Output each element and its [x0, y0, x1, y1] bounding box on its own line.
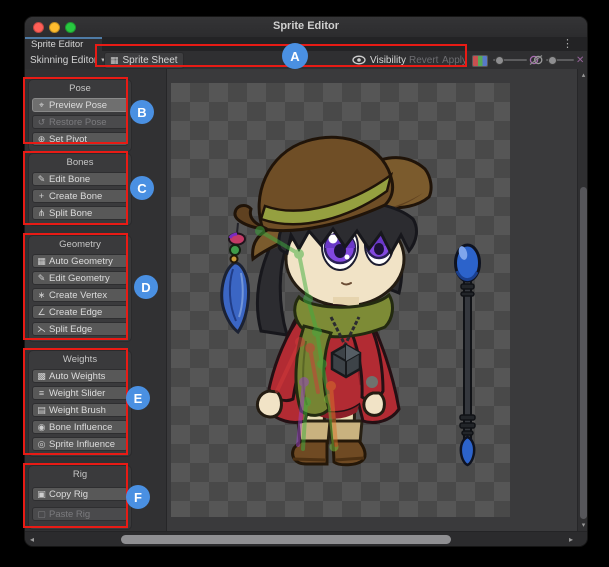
panel-pose: Pose ⌖ Preview Pose ↺ Restore Pose ⊕ Set… — [28, 79, 132, 152]
editor-content: Pose ⌖ Preview Pose ↺ Restore Pose ⊕ Set… — [25, 69, 587, 531]
tab-label: Sprite Editor — [31, 39, 83, 50]
auto-weights-icon: ▩ — [37, 371, 46, 382]
panel-rig-title: Rig — [32, 469, 128, 480]
panel-weights-title: Weights — [32, 354, 128, 365]
rgb-alpha-toggle-icon[interactable] — [472, 55, 488, 67]
panel-pose-title: Pose — [32, 83, 128, 94]
paste-rig-icon: ▢ — [37, 509, 46, 520]
copy-rig-icon: ▣ — [37, 489, 46, 500]
apply-button[interactable]: Apply — [437, 51, 472, 69]
sprite-sheet-label: Sprite Sheet — [123, 55, 178, 66]
create-edge-button[interactable]: ∠ Create Edge — [32, 305, 128, 319]
edit-bone-icon: ✎ — [37, 174, 46, 185]
visibility-button[interactable]: Visibility — [347, 51, 411, 69]
split-edge-icon: ⋋ — [37, 324, 46, 335]
alpha-slider[interactable] — [546, 59, 574, 61]
character-sprite — [167, 69, 577, 531]
auto-weights-button[interactable]: ▩ Auto Weights — [32, 369, 128, 383]
horizontal-scroll-thumb[interactable] — [121, 535, 451, 544]
sprite-sheet-icon: ▦ — [110, 55, 119, 66]
paste-rig-button[interactable]: ▢ Paste Rig — [32, 507, 128, 521]
horizontal-scrollbar[interactable]: ◂ ▸ — [25, 531, 588, 547]
panel-weights: Weights ▩ Auto Weights ≡ Weight Slider ▤… — [28, 350, 132, 457]
sprite-influence-icon: ◎ — [37, 439, 46, 450]
toolbar: Skinning Editor ▾ ▦ Sprite Sheet Visibil… — [25, 51, 587, 70]
weight-slider-button[interactable]: ≡ Weight Slider — [32, 386, 128, 400]
eye-icon — [352, 55, 366, 65]
sprite-sheet-button[interactable]: ▦ Sprite Sheet — [104, 52, 184, 69]
sprite-editor-window: Sprite Editor Sprite Editor ⋮ Skinning E… — [24, 16, 588, 547]
overflow-menu-icon[interactable]: ⋮ — [562, 37, 573, 51]
restore-pose-icon: ↺ — [37, 117, 46, 128]
mode-label: Skinning Editor — [30, 55, 97, 66]
split-bone-icon: ⋔ — [37, 208, 46, 219]
titlebar[interactable]: Sprite Editor — [25, 17, 587, 38]
edit-bone-button[interactable]: ✎ Edit Bone — [32, 172, 128, 186]
set-pivot-icon: ⊕ — [37, 134, 46, 145]
weight-brush-button[interactable]: ▤ Weight Brush — [32, 403, 128, 417]
zoom-slider[interactable] — [493, 59, 527, 61]
create-bone-icon: + — [37, 191, 46, 201]
create-vertex-icon: ∗ — [37, 290, 46, 301]
skinning-editor-dropdown[interactable]: Skinning Editor ▾ — [28, 51, 107, 69]
preview-pose-icon: ⌖ — [37, 100, 46, 111]
create-bone-button[interactable]: + Create Bone — [32, 189, 128, 203]
weight-brush-icon: ▤ — [37, 405, 46, 416]
split-bone-button[interactable]: ⋔ Split Bone — [32, 206, 128, 220]
scroll-down-icon[interactable]: ▾ — [578, 521, 588, 529]
edit-geometry-icon: ✎ — [37, 273, 46, 284]
visibility-label: Visibility — [370, 55, 406, 66]
scroll-up-icon[interactable]: ▴ — [578, 71, 588, 79]
tab-sprite-editor[interactable]: Sprite Editor — [25, 37, 102, 51]
alpha-slider-knob[interactable] — [548, 56, 557, 65]
edit-geometry-button[interactable]: ✎ Edit Geometry — [32, 271, 128, 285]
zoom-slider-knob[interactable] — [495, 56, 504, 65]
restore-pose-button[interactable]: ↺ Restore Pose — [32, 115, 128, 129]
copy-rig-button[interactable]: ▣ Copy Rig — [32, 487, 128, 501]
create-vertex-button[interactable]: ∗ Create Vertex — [32, 288, 128, 302]
auto-geometry-icon: ▦ — [37, 256, 46, 267]
sprite-canvas[interactable] — [167, 69, 577, 531]
window-title: Sprite Editor — [25, 20, 587, 32]
screenshot-root: Sprite Editor Sprite Editor ⋮ Skinning E… — [0, 0, 609, 567]
panel-geometry: Geometry ▦ Auto Geometry ✎ Edit Geometry… — [28, 235, 132, 342]
tool-sidebar: Pose ⌖ Preview Pose ↺ Restore Pose ⊕ Set… — [25, 69, 167, 531]
panel-bones: Bones ✎ Edit Bone + Create Bone ⋔ Split … — [28, 153, 132, 226]
vertical-scroll-thumb[interactable] — [580, 187, 587, 519]
auto-geometry-button[interactable]: ▦ Auto Geometry — [32, 254, 128, 268]
scroll-right-icon[interactable]: ▸ — [569, 535, 573, 544]
set-pivot-button[interactable]: ⊕ Set Pivot — [32, 132, 128, 146]
panel-rig: Rig ▣ Copy Rig ▢ Paste Rig — [28, 465, 132, 530]
sprite-influence-button[interactable]: ◎ Sprite Influence — [32, 437, 128, 451]
create-edge-icon: ∠ — [37, 307, 46, 318]
panel-geometry-title: Geometry — [32, 239, 128, 250]
split-edge-button[interactable]: ⋋ Split Edge — [32, 322, 128, 336]
weight-slider-icon: ≡ — [37, 388, 46, 398]
tab-bar: Sprite Editor ⋮ — [25, 37, 587, 51]
bone-influence-icon: ◉ — [37, 422, 46, 433]
preview-pose-button[interactable]: ⌖ Preview Pose — [32, 98, 128, 112]
bone-influence-button[interactable]: ◉ Bone Influence — [32, 420, 128, 434]
scroll-left-icon[interactable]: ◂ — [30, 535, 34, 544]
filter-icon[interactable]: ✕ — [576, 51, 584, 69]
panel-bones-title: Bones — [32, 157, 128, 168]
vertical-scrollbar[interactable]: ▴ ▾ — [577, 69, 588, 531]
